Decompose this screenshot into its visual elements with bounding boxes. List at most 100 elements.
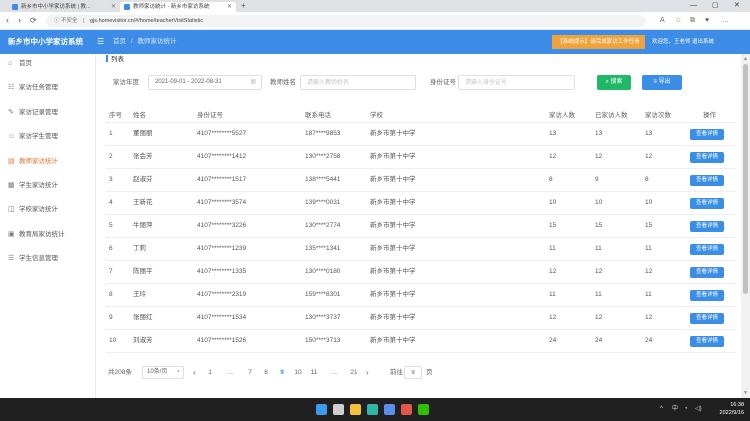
edge-browser-icon[interactable] bbox=[367, 404, 378, 415]
goto-label: 前往 bbox=[390, 369, 403, 376]
chrome-browser-icon[interactable] bbox=[401, 404, 412, 415]
sidebar-item-visit-students[interactable]: ☺ 家访学生管理 bbox=[0, 125, 95, 149]
tray-chevron-icon[interactable]: ^ bbox=[660, 398, 663, 421]
reload-button[interactable]: ⟳ bbox=[30, 14, 37, 27]
cell-phone: 130****0180 bbox=[305, 268, 341, 275]
view-detail-button[interactable]: 查看详情 bbox=[690, 220, 724, 232]
file-explorer-icon[interactable] bbox=[350, 404, 361, 415]
header-index: 序号 bbox=[109, 112, 122, 119]
next-page-button[interactable]: › bbox=[366, 366, 369, 379]
vertical-scrollbar[interactable]: ▲ ▼ bbox=[741, 54, 750, 398]
cell-name: 张会芳 bbox=[133, 153, 153, 160]
cell-id-card: 4107********1534 bbox=[197, 314, 247, 321]
view-detail-button[interactable]: 查看详情 bbox=[690, 243, 724, 255]
goto-suffix: 页 bbox=[426, 369, 433, 376]
cell-id-card: 4107********1412 bbox=[197, 153, 247, 160]
sidebar-item-visit-records[interactable]: ✎ 家访记录管理 bbox=[0, 101, 95, 125]
sidebar-item-student-statistics[interactable]: ▦ 学生家访统计 bbox=[0, 174, 95, 198]
view-detail-button[interactable]: 查看详情 bbox=[690, 289, 724, 301]
visit-year-date-range[interactable]: 2021-09-01 - 2022-08-31 ▦ bbox=[148, 75, 262, 90]
sidebar-item-bureau-statistics[interactable]: ▣ 教育局家访统计 bbox=[0, 223, 95, 247]
page-number[interactable]: 8 bbox=[258, 366, 274, 379]
page-number[interactable]: 1 bbox=[202, 366, 218, 379]
header-name: 姓名 bbox=[133, 112, 146, 119]
scroll-up-icon[interactable]: ▲ bbox=[741, 55, 750, 63]
export-button[interactable]: ≡ 导出 bbox=[642, 75, 682, 90]
security-indicator[interactable]: ⓘ 不安全 bbox=[54, 18, 78, 24]
minimize-button[interactable]: — bbox=[690, 0, 697, 12]
cell-visit-times: 11 bbox=[645, 291, 652, 298]
view-detail-button[interactable]: 查看详情 bbox=[690, 174, 724, 186]
system-clock[interactable]: 16:38 2022/9/16 bbox=[712, 401, 744, 417]
cell-visited-count: 9 bbox=[595, 176, 599, 183]
ime-indicator[interactable]: 中 bbox=[672, 398, 678, 421]
os-taskbar: ^ 中 ◔ ◁) 16:38 2022/9/16 bbox=[0, 398, 750, 421]
sidebar-item-school-statistics[interactable]: ◫ 学校家访统计 bbox=[0, 198, 95, 222]
page-number[interactable]: 10 bbox=[290, 366, 306, 379]
id-card-input[interactable] bbox=[458, 75, 575, 90]
user-info[interactable]: 欢迎您，王老师 退出系统 bbox=[652, 30, 714, 54]
more-menu-icon[interactable]: … bbox=[722, 15, 729, 27]
store-icon[interactable] bbox=[384, 404, 395, 415]
forward-button[interactable]: › bbox=[18, 14, 21, 27]
view-detail-button[interactable]: 查看详情 bbox=[690, 335, 724, 347]
sidebar-item-teacher-statistics[interactable]: ▤ 教师家访统计 bbox=[0, 150, 95, 174]
maximize-button[interactable]: ▢ bbox=[712, 0, 719, 12]
page-number[interactable]: 11 bbox=[306, 366, 322, 379]
breadcrumb-home[interactable]: 首页 bbox=[113, 38, 126, 45]
close-window-button[interactable]: ✕ bbox=[734, 0, 740, 12]
back-button[interactable]: ‹ bbox=[6, 14, 9, 27]
close-tab-icon[interactable]: ✕ bbox=[227, 2, 232, 12]
view-detail-button[interactable]: 查看详情 bbox=[690, 266, 724, 278]
id-card-label: 身份证号 bbox=[430, 79, 456, 86]
page-number[interactable]: 9 bbox=[274, 366, 290, 379]
cell-school: 新乡市第十中学 bbox=[370, 199, 416, 206]
tab-title: 教师家访统计 - 新乡市家访系统 bbox=[133, 4, 210, 10]
wechat-icon[interactable] bbox=[418, 404, 429, 415]
cell-index: 8 bbox=[109, 291, 113, 298]
read-aloud-icon[interactable]: A bbox=[660, 15, 665, 27]
new-tab-button[interactable]: + bbox=[241, 0, 246, 12]
breadcrumb-current: 教师家访统计 bbox=[137, 38, 177, 45]
page-size-select[interactable]: 10条/页 ▾ bbox=[142, 366, 184, 379]
view-detail-button[interactable]: 查看详情 bbox=[690, 128, 724, 140]
favorites-icon[interactable]: ♥ bbox=[705, 15, 709, 27]
favorite-star-icon[interactable]: ☆ bbox=[675, 15, 681, 27]
page-number[interactable]: 7 bbox=[242, 366, 258, 379]
menu-toggle-icon[interactable]: ☰ bbox=[97, 30, 104, 54]
cell-visited-count: 12 bbox=[595, 153, 603, 160]
volume-icon[interactable]: ◁) bbox=[695, 398, 702, 421]
task-notice-button[interactable]: 【系统提示】请完成家访工作任务 bbox=[552, 35, 645, 49]
search-icon[interactable] bbox=[333, 404, 344, 415]
network-icon[interactable]: ◔ bbox=[684, 398, 688, 421]
windows-start-icon[interactable] bbox=[316, 404, 327, 415]
teacher-name-input[interactable] bbox=[300, 75, 416, 90]
goto-page-input[interactable] bbox=[404, 366, 422, 379]
table-row: 7 陈丽平 4107********1335 130****0180 新乡市第十中学 12… bbox=[106, 261, 736, 284]
scroll-down-icon[interactable]: ▼ bbox=[741, 389, 750, 397]
scrollbar-thumb[interactable] bbox=[743, 64, 748, 294]
page-ellipsis[interactable]: … bbox=[322, 366, 346, 379]
close-tab-icon[interactable]: ✕ bbox=[111, 2, 116, 12]
collections-icon[interactable]: ⧉ bbox=[690, 15, 695, 27]
sidebar-item-label: 学校家访统计 bbox=[19, 206, 58, 214]
cell-visited-count: 12 bbox=[595, 314, 603, 321]
table-row: 9 张丽红 4107********1534 130****3737 新乡市第十中学 12… bbox=[106, 307, 736, 330]
cell-name: 王新花 bbox=[133, 199, 153, 206]
view-detail-button[interactable]: 查看详情 bbox=[690, 151, 724, 163]
sidebar-item-visit-tasks[interactable]: ☷ 家访任务管理 bbox=[0, 76, 95, 100]
browser-tab[interactable]: 新乡市中小学家访系统 | 教... ✕ bbox=[8, 2, 120, 12]
browser-tab-active[interactable]: 教师家访统计 - 新乡市家访系统 ✕ bbox=[120, 2, 236, 12]
cell-school: 新乡市第十中学 bbox=[370, 337, 416, 344]
page-number[interactable]: 21 bbox=[346, 366, 362, 379]
breadcrumb-separator: / bbox=[130, 38, 133, 45]
sidebar-item-home[interactable]: ⌂ 首页 bbox=[0, 52, 95, 76]
prev-page-button[interactable]: ‹ bbox=[193, 366, 196, 379]
page-ellipsis[interactable]: … bbox=[218, 366, 242, 379]
cell-visited-count: 15 bbox=[595, 222, 603, 229]
view-detail-button[interactable]: 查看详情 bbox=[690, 197, 724, 209]
search-button[interactable]: ⌕ 搜索 bbox=[597, 75, 631, 90]
url-input[interactable]: ⓘ 不安全 | gjs.homevisitor.cn/#/home/teache… bbox=[46, 15, 646, 27]
view-detail-button[interactable]: 查看详情 bbox=[690, 312, 724, 324]
sidebar-item-student-info[interactable]: ☰ 学生信息管理 bbox=[0, 247, 95, 271]
